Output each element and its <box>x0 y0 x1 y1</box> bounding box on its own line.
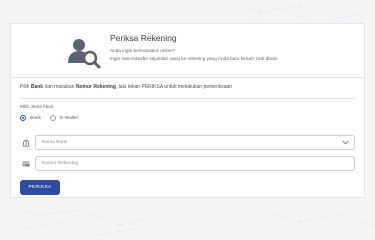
bank-select-placeholder: Nama Bank <box>42 140 68 145</box>
account-number-placeholder: Nomor Rekening <box>42 161 78 166</box>
radio-ewallet-label[interactable]: E-Wallet <box>60 116 78 121</box>
bank-icon <box>22 139 30 147</box>
instruction-part: dan masukan <box>43 84 76 90</box>
user-search-icon <box>68 39 101 69</box>
bank-select[interactable]: Nama Bank <box>35 135 355 150</box>
divider <box>20 98 355 99</box>
account-number-input[interactable]: Nomor Rekening <box>35 156 355 171</box>
header-description-line: Anda ingin bertransaksi online? <box>110 48 176 53</box>
instruction-bold-account-number: Nomor Rekening <box>75 84 116 90</box>
account-type-radio-group: Bank E-Wallet <box>20 114 87 122</box>
radio-bank[interactable] <box>20 115 26 121</box>
header-description: Anda ingin bertransaksi online? Ingin me… <box>110 47 278 63</box>
instruction-part: , lalu tekan PERIKSA untuk melakukan pem… <box>115 84 233 90</box>
chevron-down-icon[interactable] <box>342 140 349 145</box>
radio-ewallet[interactable] <box>49 115 56 121</box>
header-description-line: Ingin men-transfer sejumlah uang ke reke… <box>110 56 278 61</box>
card-header: Periksa Rekening Anda ingin bertransaksi… <box>11 24 364 78</box>
page-title: Periksa Rekening <box>110 33 177 43</box>
instruction-text: Pilih Bank dan masukan Nomor Rekening, l… <box>20 84 232 90</box>
periksa-button[interactable]: PERIKSA <box>20 180 60 195</box>
card-icon <box>22 161 30 167</box>
check-account-card: Periksa Rekening Anda ingin bertransaksi… <box>10 23 365 198</box>
account-type-label: Pilih Jenis Akun <box>20 105 54 110</box>
instruction-part: Pilih <box>20 84 31 90</box>
instruction-bold-bank: Bank <box>30 84 44 90</box>
radio-bank-label[interactable]: Bank <box>30 116 41 121</box>
